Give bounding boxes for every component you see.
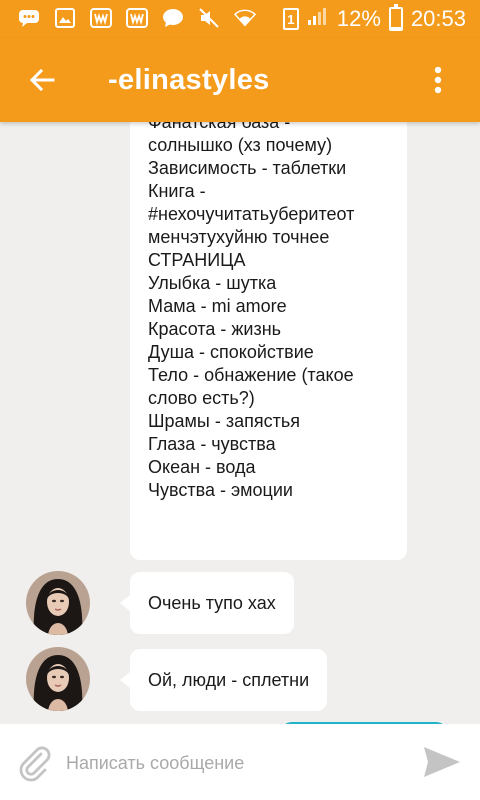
message-line: Книга -: [148, 181, 206, 201]
message-text: Ой, люди - сплетни: [148, 669, 310, 690]
message-line: менчэтухуйню точнее: [148, 227, 330, 247]
message-list[interactable]: Фанатская база - солнышко (хз почему) Зави…: [0, 122, 480, 724]
chat-title: -elinastyles: [108, 64, 270, 96]
message-line: Душа - спокойствие: [148, 342, 314, 362]
notification-icons: [18, 8, 256, 28]
chat-bubble-icon: [18, 8, 40, 28]
system-indicators: 1 12% 20:53: [282, 4, 466, 32]
incoming-message-bubble[interactable]: Фанатская база - солнышко (хз почему) Зави…: [130, 122, 407, 560]
signal-icon: [307, 6, 329, 32]
battery-charging-icon: [388, 4, 403, 31]
message-icon: [162, 8, 184, 28]
message-line: Фанатская база -: [148, 122, 291, 132]
w-app-icon: [90, 8, 112, 28]
message-input[interactable]: [66, 748, 396, 778]
app-toolbar: -elinastyles: [0, 38, 480, 122]
wifi-icon: [234, 8, 256, 28]
message-line: слово есть?): [148, 388, 255, 408]
send-icon: [420, 747, 464, 786]
send-button[interactable]: [420, 742, 464, 782]
message-line: СТРАНИЦА: [148, 250, 246, 270]
message-text: Фанатская база - солнышко (хз почему) Зави…: [148, 122, 389, 502]
message-line: Мама - mi amore: [148, 296, 287, 316]
avatar[interactable]: [26, 647, 90, 711]
sim-icon: 1: [282, 8, 299, 30]
attach-button[interactable]: [14, 742, 54, 782]
overflow-menu-button[interactable]: [418, 62, 458, 102]
message-composer: [0, 724, 480, 800]
avatar[interactable]: [26, 571, 90, 635]
incoming-message-bubble[interactable]: Очень тупо хах: [120, 572, 294, 634]
message-line: Чувства - эмоции: [148, 480, 293, 500]
message-line: Красота - жизнь: [148, 319, 282, 339]
more-vertical-icon: [434, 66, 442, 99]
message-line: Океан - вода: [148, 457, 256, 477]
arrow-left-icon: [29, 67, 55, 98]
message-text: Очень тупо хах: [148, 592, 276, 613]
message-line: Улыбка - шутка: [148, 273, 277, 293]
clock-time: 20:53: [410, 6, 466, 31]
paperclip-icon: [14, 746, 54, 786]
message-line: #нехочучитатьуберитеот: [148, 204, 355, 224]
message-line: Тело - обнажение (такое: [148, 365, 354, 385]
message-line: Зависимость - таблетки: [148, 158, 347, 178]
w-app-icon: [126, 8, 148, 28]
back-button[interactable]: [22, 62, 62, 102]
incoming-message-bubble[interactable]: Ой, люди - сплетни: [119, 649, 328, 711]
status-bar: 1 12% 20:53: [0, 0, 480, 38]
battery-percentage: 12%: [336, 6, 381, 31]
mute-icon: [198, 8, 220, 28]
message-line: Шрамы - запястья: [148, 411, 300, 431]
message-line: солнышко (хз почему): [148, 135, 333, 155]
message-line: Глаза - чувства: [148, 434, 276, 454]
image-icon: [54, 8, 76, 28]
